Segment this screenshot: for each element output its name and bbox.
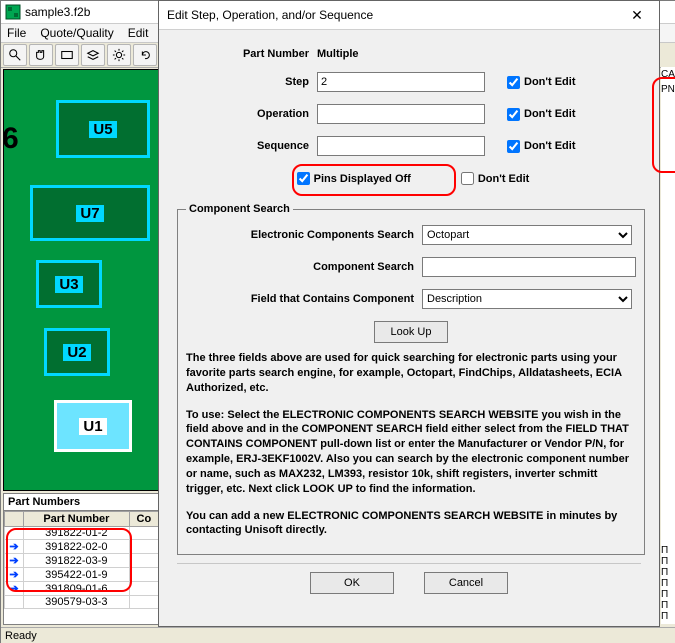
chip-u7[interactable]: U7 [30, 185, 150, 241]
table-row[interactable]: ➔395422-01-9 [5, 568, 159, 582]
tool-settings-icon[interactable] [107, 44, 131, 66]
pins-dontedit-box[interactable] [461, 172, 474, 185]
step-dontedit-checkbox[interactable]: Don't Edit [507, 76, 576, 89]
help-paragraph-3: You can add a new ELECTRONIC COMPONENTS … [186, 509, 636, 539]
partnumber-label: Part Number [177, 48, 317, 60]
component-search-group: Component Search Electronic Components S… [177, 203, 645, 555]
app-title-text: sample3.f2b [25, 5, 90, 19]
edit-step-dialog: Edit Step, Operation, and/or Sequence ✕ … [158, 0, 660, 627]
status-bar: Ready [1, 627, 675, 643]
field-contains-label: Field that Contains Component [186, 293, 422, 305]
menu-file[interactable]: File [7, 26, 26, 40]
right-sidebar-strip: CA PN ΠΠ ΠΠ ΠΠ Π [661, 67, 675, 624]
pins-dontedit-checkbox[interactable]: Don't Edit [461, 172, 530, 185]
sequence-label: Sequence [177, 140, 317, 152]
operation-label: Operation [177, 108, 317, 120]
operation-dontedit-box[interactable] [507, 108, 520, 121]
tool-layers-icon[interactable] [81, 44, 105, 66]
part-numbers-header: Part Numbers [4, 494, 159, 511]
table-row[interactable]: 390579-03-3 [5, 596, 159, 609]
help-paragraph-1: The three fields above are used for quic… [186, 351, 636, 396]
cs-label: Component Search [186, 261, 422, 273]
ecs-label: Electronic Components Search [186, 229, 422, 241]
tool-fit-icon[interactable] [55, 44, 79, 66]
operation-dontedit-checkbox[interactable]: Don't Edit [507, 108, 576, 121]
menu-edit[interactable]: Edit [128, 26, 149, 40]
col-co[interactable]: Co [129, 512, 158, 527]
cancel-button[interactable]: Cancel [424, 572, 508, 594]
sequence-input[interactable] [317, 136, 485, 156]
chip-u2[interactable]: U2 [44, 328, 110, 376]
table-row[interactable]: ➔391822-02-0 [5, 540, 159, 554]
pcb-viewport[interactable]: 6 U5 U7 U3 U2 U1 [3, 69, 160, 491]
step-input[interactable] [317, 72, 485, 92]
dialog-title-text: Edit Step, Operation, and/or Sequence [167, 8, 373, 22]
tool-hand-icon[interactable] [29, 44, 53, 66]
sequence-dontedit-box[interactable] [507, 140, 520, 153]
pcb-left-index: 6 [2, 122, 19, 156]
pins-displayed-off-box[interactable] [297, 172, 310, 185]
chip-u5[interactable]: U5 [56, 100, 150, 158]
field-contains-dropdown[interactable]: Description [422, 289, 632, 309]
pins-displayed-off-checkbox[interactable]: Pins Displayed Off [289, 168, 419, 189]
app-icon [5, 4, 21, 20]
step-dontedit-box[interactable] [507, 76, 520, 89]
chip-u1-selected[interactable]: U1 [54, 400, 132, 452]
table-row[interactable]: ➔391822-03-9 [5, 554, 159, 568]
tool-zoom-icon[interactable] [3, 44, 27, 66]
part-numbers-panel: Part Numbers Part Number Co 391822-01-2 … [3, 493, 160, 625]
component-search-input[interactable] [422, 257, 636, 277]
operation-input[interactable] [317, 104, 485, 124]
lookup-button[interactable]: Look Up [374, 321, 448, 343]
sequence-dontedit-checkbox[interactable]: Don't Edit [507, 140, 576, 153]
table-row[interactable]: ➔391809-01-6 [5, 582, 159, 596]
partnumber-value: Multiple [317, 48, 641, 60]
table-row[interactable]: 391822-01-2 [5, 527, 159, 540]
col-part-number[interactable]: Part Number [24, 512, 130, 527]
ecs-dropdown[interactable]: Octopart [422, 225, 632, 245]
close-icon[interactable]: ✕ [623, 5, 651, 25]
dialog-footer: OK Cancel [177, 563, 641, 604]
part-numbers-table: Part Number Co 391822-01-2 ➔391822-02-0 … [4, 511, 159, 609]
step-label: Step [177, 76, 317, 88]
dialog-title-bar: Edit Step, Operation, and/or Sequence ✕ [159, 1, 659, 30]
help-paragraph-2: To use: Select the ELECTRONIC COMPONENTS… [186, 408, 636, 497]
chip-u3[interactable]: U3 [36, 260, 102, 308]
component-search-legend: Component Search [186, 203, 293, 215]
ok-button[interactable]: OK [310, 572, 394, 594]
tool-undo-icon[interactable] [133, 44, 157, 66]
menu-quote[interactable]: Quote/Quality [40, 26, 113, 40]
